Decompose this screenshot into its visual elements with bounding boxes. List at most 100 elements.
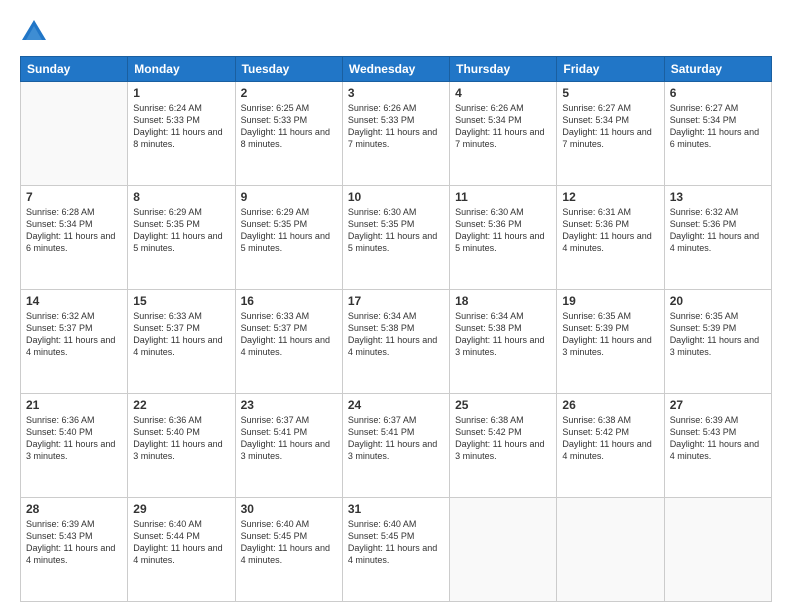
day-info: Sunrise: 6:26 AMSunset: 5:34 PMDaylight:… — [455, 102, 551, 151]
calendar-week-1: 1Sunrise: 6:24 AMSunset: 5:33 PMDaylight… — [21, 82, 772, 186]
page: SundayMondayTuesdayWednesdayThursdayFrid… — [0, 0, 792, 612]
calendar-header-thursday: Thursday — [450, 57, 557, 82]
day-info: Sunrise: 6:33 AMSunset: 5:37 PMDaylight:… — [133, 310, 229, 359]
calendar-cell: 14 Sunrise: 6:32 AMSunset: 5:37 PMDayligh… — [21, 290, 128, 394]
calendar-header-row: SundayMondayTuesdayWednesdayThursdayFrid… — [21, 57, 772, 82]
day-info: Sunrise: 6:32 AMSunset: 5:36 PMDaylight:… — [670, 206, 766, 255]
calendar-cell: 1Sunrise: 6:24 AMSunset: 5:33 PMDaylight… — [128, 82, 235, 186]
day-number: 4 — [455, 86, 551, 100]
day-info: Sunrise: 6:29 AMSunset: 5:35 PMDaylight:… — [133, 206, 229, 255]
calendar-cell: 8 Sunrise: 6:29 AMSunset: 5:35 PMDaylight… — [128, 186, 235, 290]
day-number: 5 — [562, 86, 658, 100]
calendar-header-saturday: Saturday — [664, 57, 771, 82]
day-info: Sunrise: 6:30 AMSunset: 5:36 PMDaylight:… — [455, 206, 551, 255]
calendar-cell: 20Sunrise: 6:35 AMSunset: 5:39 PMDayligh… — [664, 290, 771, 394]
day-info: Sunrise: 6:34 AMSunset: 5:38 PMDaylight:… — [348, 310, 444, 359]
calendar-cell: 23 Sunrise: 6:37 AMSunset: 5:41 PMDayligh… — [235, 394, 342, 498]
calendar-cell: 29 Sunrise: 6:40 AMSunset: 5:44 PMDayligh… — [128, 498, 235, 602]
day-number: 13 — [670, 190, 766, 204]
day-number: 30 — [241, 502, 337, 516]
calendar-header-wednesday: Wednesday — [342, 57, 449, 82]
day-number: 21 — [26, 398, 122, 412]
calendar-header-tuesday: Tuesday — [235, 57, 342, 82]
day-info: Sunrise: 6:40 AMSunset: 5:45 PMDaylight:… — [241, 518, 337, 567]
day-info: Sunrise: 6:36 AMSunset: 5:40 PMDaylight:… — [26, 414, 122, 463]
day-number: 24 — [348, 398, 444, 412]
header — [20, 18, 772, 46]
logo — [20, 18, 52, 46]
day-info: Sunrise: 6:28 AMSunset: 5:34 PMDaylight:… — [26, 206, 122, 255]
day-info: Sunrise: 6:37 AMSunset: 5:41 PMDaylight:… — [241, 414, 337, 463]
calendar: SundayMondayTuesdayWednesdayThursdayFrid… — [20, 56, 772, 602]
day-number: 1 — [133, 86, 229, 100]
day-info: Sunrise: 6:35 AMSunset: 5:39 PMDaylight:… — [670, 310, 766, 359]
calendar-header-sunday: Sunday — [21, 57, 128, 82]
day-number: 27 — [670, 398, 766, 412]
calendar-cell: 19Sunrise: 6:35 AMSunset: 5:39 PMDayligh… — [557, 290, 664, 394]
calendar-cell: 16 Sunrise: 6:33 AMSunset: 5:37 PMDayligh… — [235, 290, 342, 394]
day-number: 25 — [455, 398, 551, 412]
calendar-cell: 12 Sunrise: 6:31 AMSunset: 5:36 PMDayligh… — [557, 186, 664, 290]
calendar-cell: 2Sunrise: 6:25 AMSunset: 5:33 PMDaylight… — [235, 82, 342, 186]
day-number: 17 — [348, 294, 444, 308]
calendar-week-3: 14 Sunrise: 6:32 AMSunset: 5:37 PMDayligh… — [21, 290, 772, 394]
day-info: Sunrise: 6:40 AMSunset: 5:45 PMDaylight:… — [348, 518, 444, 567]
day-info: Sunrise: 6:30 AMSunset: 5:35 PMDaylight:… — [348, 206, 444, 255]
day-info: Sunrise: 6:31 AMSunset: 5:36 PMDaylight:… — [562, 206, 658, 255]
day-number: 12 — [562, 190, 658, 204]
day-number: 6 — [670, 86, 766, 100]
day-info: Sunrise: 6:36 AMSunset: 5:40 PMDaylight:… — [133, 414, 229, 463]
day-info: Sunrise: 6:29 AMSunset: 5:35 PMDaylight:… — [241, 206, 337, 255]
calendar-cell: 17 Sunrise: 6:34 AMSunset: 5:38 PMDayligh… — [342, 290, 449, 394]
day-number: 23 — [241, 398, 337, 412]
calendar-cell: 21 Sunrise: 6:36 AMSunset: 5:40 PMDayligh… — [21, 394, 128, 498]
day-number: 29 — [133, 502, 229, 516]
day-number: 11 — [455, 190, 551, 204]
day-info: Sunrise: 6:38 AMSunset: 5:42 PMDaylight:… — [562, 414, 658, 463]
day-info: Sunrise: 6:32 AMSunset: 5:37 PMDaylight:… — [26, 310, 122, 359]
calendar-cell — [664, 498, 771, 602]
calendar-cell: 13 Sunrise: 6:32 AMSunset: 5:36 PMDayligh… — [664, 186, 771, 290]
calendar-cell: 11 Sunrise: 6:30 AMSunset: 5:36 PMDayligh… — [450, 186, 557, 290]
calendar-cell: 10 Sunrise: 6:30 AMSunset: 5:35 PMDayligh… — [342, 186, 449, 290]
day-info: Sunrise: 6:39 AMSunset: 5:43 PMDaylight:… — [26, 518, 122, 567]
day-info: Sunrise: 6:40 AMSunset: 5:44 PMDaylight:… — [133, 518, 229, 567]
day-number: 14 — [26, 294, 122, 308]
calendar-cell: 31 Sunrise: 6:40 AMSunset: 5:45 PMDayligh… — [342, 498, 449, 602]
day-info: Sunrise: 6:34 AMSunset: 5:38 PMDaylight:… — [455, 310, 551, 359]
calendar-week-4: 21 Sunrise: 6:36 AMSunset: 5:40 PMDayligh… — [21, 394, 772, 498]
calendar-cell: 26 Sunrise: 6:38 AMSunset: 5:42 PMDayligh… — [557, 394, 664, 498]
day-number: 28 — [26, 502, 122, 516]
calendar-cell — [21, 82, 128, 186]
day-number: 3 — [348, 86, 444, 100]
day-number: 19 — [562, 294, 658, 308]
day-info: Sunrise: 6:38 AMSunset: 5:42 PMDaylight:… — [455, 414, 551, 463]
day-number: 16 — [241, 294, 337, 308]
calendar-header-friday: Friday — [557, 57, 664, 82]
calendar-cell: 3Sunrise: 6:26 AMSunset: 5:33 PMDaylight… — [342, 82, 449, 186]
day-info: Sunrise: 6:33 AMSunset: 5:37 PMDaylight:… — [241, 310, 337, 359]
day-number: 26 — [562, 398, 658, 412]
day-number: 31 — [348, 502, 444, 516]
day-info: Sunrise: 6:39 AMSunset: 5:43 PMDaylight:… — [670, 414, 766, 463]
calendar-week-2: 7Sunrise: 6:28 AMSunset: 5:34 PMDaylight… — [21, 186, 772, 290]
day-info: Sunrise: 6:37 AMSunset: 5:41 PMDaylight:… — [348, 414, 444, 463]
day-number: 2 — [241, 86, 337, 100]
day-number: 8 — [133, 190, 229, 204]
calendar-cell: 30 Sunrise: 6:40 AMSunset: 5:45 PMDayligh… — [235, 498, 342, 602]
calendar-cell: 4 Sunrise: 6:26 AMSunset: 5:34 PMDaylight… — [450, 82, 557, 186]
calendar-cell: 6Sunrise: 6:27 AMSunset: 5:34 PMDaylight… — [664, 82, 771, 186]
logo-icon — [20, 18, 48, 46]
calendar-cell: 15 Sunrise: 6:33 AMSunset: 5:37 PMDayligh… — [128, 290, 235, 394]
calendar-cell — [450, 498, 557, 602]
day-number: 15 — [133, 294, 229, 308]
calendar-cell: 9Sunrise: 6:29 AMSunset: 5:35 PMDaylight… — [235, 186, 342, 290]
day-number: 10 — [348, 190, 444, 204]
calendar-cell: 27 Sunrise: 6:39 AMSunset: 5:43 PMDayligh… — [664, 394, 771, 498]
calendar-header-monday: Monday — [128, 57, 235, 82]
calendar-cell: 7Sunrise: 6:28 AMSunset: 5:34 PMDaylight… — [21, 186, 128, 290]
calendar-cell: 22Sunrise: 6:36 AMSunset: 5:40 PMDayligh… — [128, 394, 235, 498]
calendar-cell: 25 Sunrise: 6:38 AMSunset: 5:42 PMDayligh… — [450, 394, 557, 498]
calendar-cell: 18Sunrise: 6:34 AMSunset: 5:38 PMDayligh… — [450, 290, 557, 394]
calendar-cell: 24 Sunrise: 6:37 AMSunset: 5:41 PMDayligh… — [342, 394, 449, 498]
